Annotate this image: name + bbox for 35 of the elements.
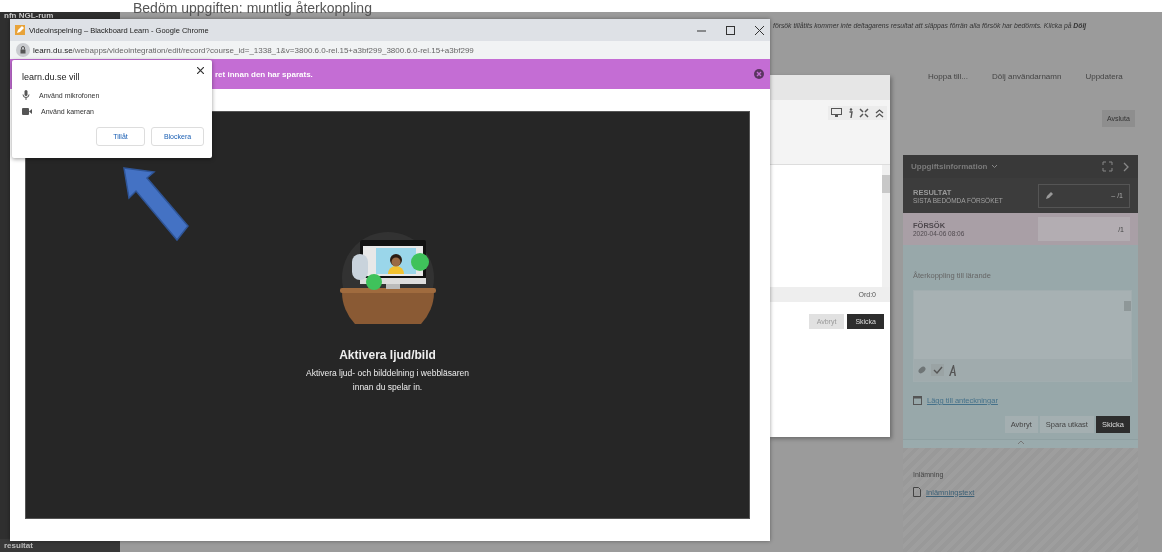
chevron-down-icon[interactable]: [991, 164, 999, 169]
microphone-icon: [22, 90, 30, 100]
document-icon: [913, 487, 921, 497]
note-icon: [913, 396, 922, 405]
collapse-icon[interactable]: [875, 108, 884, 118]
monitor-icon[interactable]: [831, 108, 842, 118]
info-icon[interactable]: [848, 108, 853, 118]
expand-icon[interactable]: [1102, 161, 1113, 172]
fullscreen-icon[interactable]: [859, 108, 869, 118]
scrollbar-thumb[interactable]: [1124, 301, 1131, 311]
attachment-icon[interactable]: [917, 365, 927, 375]
panel-title[interactable]: Uppgiftsinformation: [911, 162, 988, 171]
permission-title: learn.du.se vill: [22, 72, 80, 82]
maximize-icon[interactable]: [726, 25, 735, 35]
camera-icon: [22, 108, 32, 115]
close-icon[interactable]: [197, 67, 204, 74]
nav-link[interactable]: Dölj användarnamn: [992, 72, 1062, 81]
page-heading: Bedöm uppgiften: muntlig återkoppling: [133, 0, 372, 16]
text-editor-field[interactable]: [768, 164, 890, 287]
scrollbar-thumb[interactable]: [882, 175, 890, 193]
nav-link[interactable]: Hoppa till...: [928, 72, 969, 81]
lock-icon[interactable]: [16, 43, 30, 57]
video-heading: Aktivera ljud/bild: [339, 348, 436, 362]
video-message: Aktivera ljud- och bilddelning i webbläsaren innan du spelar in.: [305, 367, 470, 394]
chevron-right-icon[interactable]: [1123, 161, 1130, 172]
banner-text: ret innan den har sparats.: [215, 69, 313, 79]
text-format-icon[interactable]: [948, 364, 957, 376]
course-title: nfn NGL-rum: [3, 12, 55, 20]
app-icon: [15, 25, 25, 35]
spellcheck-icon[interactable]: [931, 364, 944, 376]
nav-link[interactable]: Uppdatera: [1085, 72, 1123, 81]
caret-up-icon[interactable]: [1017, 440, 1024, 444]
feedback-field[interactable]: [913, 290, 1132, 382]
close-icon[interactable]: [755, 25, 764, 35]
pencil-icon: [1045, 191, 1053, 200]
